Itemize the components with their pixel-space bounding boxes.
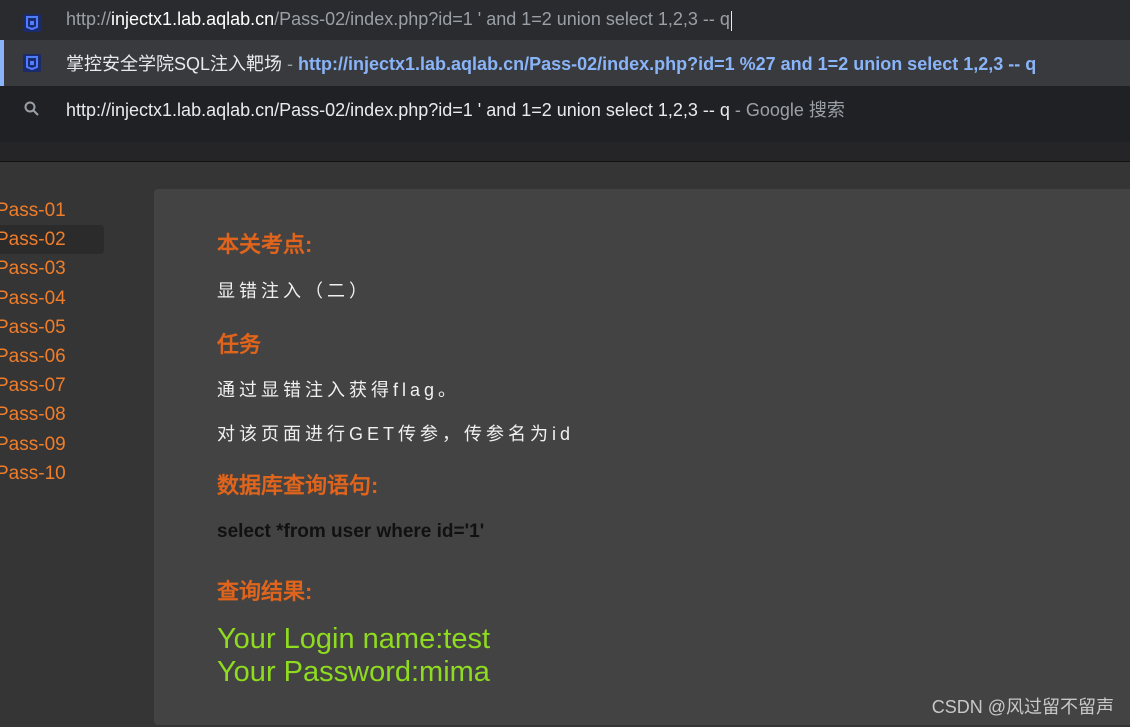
sidebar-item-pass-05[interactable]: Pass-05: [0, 313, 110, 342]
address-path: /Pass-02/index.php?id=1 ' and 1=2 union …: [274, 9, 730, 30]
omnibox-dropdown: http://injectx1.lab.aqlab.cn/Pass-02/ind…: [0, 0, 1130, 142]
sidebar-item-pass-02[interactable]: Pass-02: [0, 225, 104, 255]
sidebar-item-pass-04[interactable]: Pass-04: [0, 284, 110, 313]
sidebar-item-pass-08[interactable]: Pass-08: [0, 400, 110, 429]
sidebar-item-pass-06[interactable]: Pass-06: [0, 342, 110, 371]
content-panel: 本关考点: 显错注入（二） 任务 通过显错注入获得flag。 对该页面进行GET…: [154, 189, 1130, 725]
sidebar-item-pass-01[interactable]: Pass-01: [0, 196, 110, 225]
suggestion-url: http://injectx1.lab.aqlab.cn/Pass-02/ind…: [298, 54, 1037, 74]
toolbar-divider: [0, 161, 1130, 162]
selection-indicator: [0, 40, 4, 86]
sidebar-item-pass-09[interactable]: Pass-09: [0, 430, 110, 459]
toolbar-strip: [0, 142, 1130, 161]
heading-query: 数据库查询语句:: [217, 473, 379, 498]
sidebar-nav: Pass-01 Pass-02 Pass-03 Pass-04 Pass-05 Pass-…: [0, 196, 110, 488]
task-line-2: 对该页面进行GET传参，传参名为id: [217, 424, 575, 444]
text-caret: [730, 10, 732, 31]
result-password: Your Password:mima: [217, 656, 490, 688]
heading-task: 任务: [217, 332, 262, 357]
sidebar-item-pass-03[interactable]: Pass-03: [0, 254, 110, 283]
points-text: 显错注入（二）: [217, 281, 371, 301]
query-text: select *from user where id='1': [217, 521, 485, 542]
address-bar[interactable]: http://injectx1.lab.aqlab.cn/Pass-02/ind…: [0, 0, 1130, 40]
address-text[interactable]: http://injectx1.lab.aqlab.cn/Pass-02/ind…: [66, 9, 732, 31]
site-favicon-icon: [22, 53, 42, 73]
heading-result: 查询结果:: [217, 579, 313, 604]
suggestion-history[interactable]: 掌控安全学院SQL注入靶场 - http://injectx1.lab.aqla…: [0, 40, 1130, 86]
search-icon: [22, 99, 42, 119]
suggestion-separator: -: [282, 54, 299, 74]
search-query: http://injectx1.lab.aqlab.cn/Pass-02/ind…: [66, 100, 730, 120]
site-favicon-icon: [22, 13, 42, 33]
suggestion-text: 掌控安全学院SQL注入靶场 - http://injectx1.lab.aqla…: [66, 50, 1036, 76]
suggestion-search[interactable]: http://injectx1.lab.aqlab.cn/Pass-02/ind…: [0, 86, 1130, 132]
suggestion-text: http://injectx1.lab.aqlab.cn/Pass-02/ind…: [66, 96, 845, 122]
address-host: injectx1.lab.aqlab.cn: [111, 9, 275, 30]
search-engine-suffix: - Google 搜索: [729, 100, 845, 120]
heading-points: 本关考点:: [217, 232, 313, 257]
task-line-1: 通过显错注入获得flag。: [217, 380, 461, 400]
sidebar-item-pass-07[interactable]: Pass-07: [0, 371, 110, 400]
result-login-name: Your Login name:test: [217, 623, 491, 655]
suggestion-title: 掌控安全学院SQL注入靶场: [66, 54, 283, 74]
watermark: CSDN @风过留不留声: [931, 697, 1114, 717]
address-prefix: http://: [66, 9, 112, 30]
sidebar-item-pass-10[interactable]: Pass-10: [0, 459, 110, 488]
